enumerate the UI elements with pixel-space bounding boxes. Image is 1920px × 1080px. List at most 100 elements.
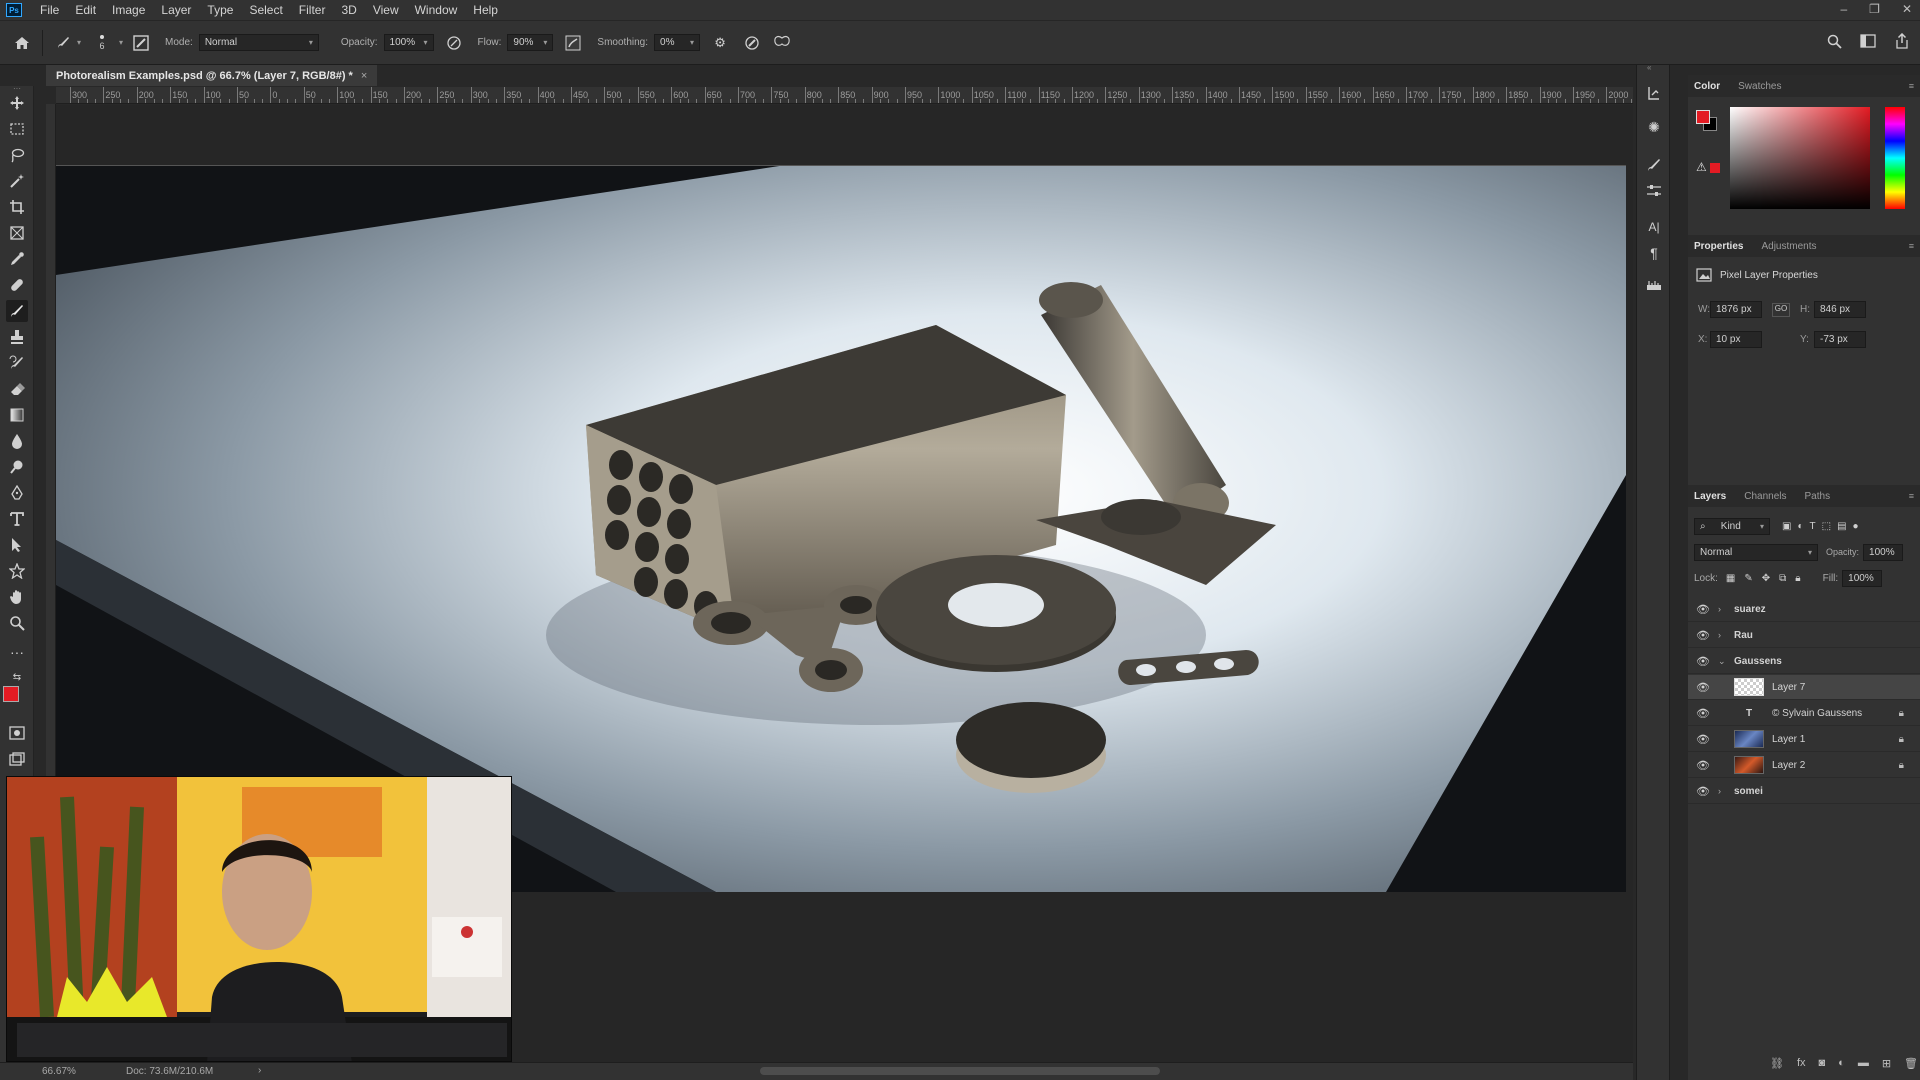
layer-style-fx-icon[interactable]: fx [1797, 1057, 1806, 1075]
character-panel-icon[interactable]: A| [1644, 217, 1664, 237]
layer-row-layer-7[interactable]: 👁︎ Layer 7 [1688, 675, 1920, 700]
group-collapsed-chevron-icon[interactable]: › [1718, 604, 1728, 614]
layer-row-somei[interactable]: 👁︎ › somei [1688, 779, 1920, 804]
more-tools-icon[interactable]: ··· [6, 641, 28, 663]
link-dimensions-icon[interactable]: GO [1772, 303, 1790, 317]
tab-layers[interactable]: Layers [1694, 491, 1726, 502]
pressure-size-icon[interactable] [742, 33, 762, 53]
paragraph-panel-icon[interactable]: ¶ [1644, 243, 1664, 263]
path-selection-tool-icon[interactable] [6, 534, 28, 556]
color-picker-field[interactable] [1730, 107, 1870, 209]
tab-properties[interactable]: Properties [1694, 241, 1743, 252]
lock-artboard-icon[interactable]: ⧉ [1779, 573, 1786, 584]
menu-select[interactable]: Select [241, 0, 290, 20]
3d-light-panel-icon[interactable]: ✺ [1644, 117, 1664, 137]
brush-settings-icon[interactable] [1644, 155, 1664, 175]
opacity-field[interactable]: 100% ▾ [383, 34, 434, 51]
menu-3d[interactable]: 3D [333, 0, 364, 20]
menu-type[interactable]: Type [199, 0, 241, 20]
filter-adjustment-icon[interactable]: ◐ [1797, 521, 1803, 532]
y-field[interactable]: -73 px [1814, 331, 1866, 348]
document-tab[interactable]: Photorealism Examples.psd @ 66.7% (Layer… [46, 65, 378, 86]
filter-shape-icon[interactable]: ⬚ [1822, 521, 1831, 532]
clone-stamp-tool-icon[interactable] [6, 326, 28, 348]
move-tool-icon[interactable] [6, 92, 28, 114]
horizontal-ruler[interactable]: 300 250 200 150 100 50 0 50 100 150 200 250 300 350 40… [56, 87, 1633, 104]
visibility-eye-icon[interactable]: 👁︎ [1696, 655, 1710, 668]
workspace-icon[interactable] [1858, 31, 1878, 51]
close-button[interactable]: ✕ [1902, 0, 1912, 18]
visibility-eye-icon[interactable]: 👁︎ [1696, 603, 1710, 616]
brush-tool-icon[interactable] [6, 300, 28, 322]
tab-adjustments[interactable]: Adjustments [1761, 241, 1816, 252]
document-size-info[interactable]: Doc: 73.6M/210.6M [126, 1066, 213, 1077]
screen-mode-icon[interactable] [6, 748, 28, 770]
menu-view[interactable]: View [365, 0, 407, 20]
visibility-eye-icon[interactable]: 👁︎ [1696, 785, 1710, 798]
menu-edit[interactable]: Edit [67, 0, 104, 20]
gamut-warning-icon[interactable]: ⚠ [1696, 160, 1707, 174]
blend-mode-select[interactable]: Normal ▾ [1694, 543, 1818, 561]
menu-file[interactable]: File [32, 0, 67, 20]
layer-opacity-field[interactable]: 100% [1863, 543, 1904, 561]
measurement-panel-icon[interactable] [1644, 275, 1664, 295]
frame-tool-icon[interactable] [6, 222, 28, 244]
link-layers-icon[interactable]: ⛓︎ [1770, 1057, 1784, 1075]
menu-window[interactable]: Window [407, 0, 466, 20]
tab-channels[interactable]: Channels [1744, 491, 1786, 502]
group-collapsed-chevron-icon[interactable]: › [1718, 630, 1728, 640]
menu-image[interactable]: Image [104, 0, 153, 20]
gamut-swatch[interactable] [1710, 163, 1720, 173]
new-group-icon[interactable]: ▬ [1858, 1057, 1869, 1075]
lock-transparent-icon[interactable]: ▦ [1726, 573, 1735, 584]
layer-row-layer-1[interactable]: 👁︎ Layer 1 🔒︎ [1688, 727, 1920, 752]
layers-panel-menu-icon[interactable]: ≡ [1909, 491, 1914, 501]
share-icon[interactable] [1892, 31, 1912, 51]
filter-type-icon[interactable]: T [1810, 521, 1816, 532]
menu-filter[interactable]: Filter [291, 0, 334, 20]
pen-tool-icon[interactable] [6, 482, 28, 504]
zoom-level[interactable]: 66.67% [42, 1066, 76, 1077]
menu-help[interactable]: Help [465, 0, 506, 20]
tab-paths[interactable]: Paths [1805, 491, 1831, 502]
status-menu-arrow-icon[interactable]: › [258, 1065, 261, 1076]
lock-all-icon[interactable]: 🔒︎ [1795, 573, 1800, 584]
visibility-eye-icon[interactable]: 👁︎ [1696, 759, 1710, 772]
smoothing-field[interactable]: 0% ▾ [654, 34, 701, 51]
minimize-button[interactable]: – [1840, 0, 1847, 18]
adjustments-sliders-icon[interactable] [1644, 181, 1664, 201]
brush-tool-preset-icon[interactable] [53, 33, 73, 53]
filter-pixel-icon[interactable]: ▣ [1782, 521, 1791, 532]
menu-layer[interactable]: Layer [153, 0, 199, 20]
search-icon[interactable] [1824, 31, 1844, 51]
restore-button[interactable]: ❐ [1869, 0, 1880, 18]
visibility-eye-icon[interactable]: 👁︎ [1696, 733, 1710, 746]
color-panel-menu-icon[interactable]: ≡ [1909, 81, 1914, 91]
gradient-tool-icon[interactable] [6, 404, 28, 426]
new-layer-icon[interactable]: ⊞ [1882, 1057, 1891, 1075]
height-field[interactable]: 846 px [1814, 301, 1866, 318]
shape-tool-icon[interactable] [6, 560, 28, 582]
brush-size-caret-icon[interactable]: ▾ [119, 38, 123, 47]
group-collapsed-chevron-icon[interactable]: › [1718, 786, 1728, 796]
history-panel-icon[interactable] [1644, 83, 1664, 103]
crop-tool-icon[interactable] [6, 196, 28, 218]
column-collapse-icon[interactable]: « [1647, 64, 1661, 72]
color-panel-foreground-swatch[interactable] [1696, 110, 1710, 124]
hand-tool-icon[interactable] [6, 586, 28, 608]
eyedropper-tool-icon[interactable] [6, 248, 28, 270]
layer-row-suarez[interactable]: 👁︎ › suarez [1688, 597, 1920, 622]
layer-kind-filter[interactable]: ⌕ Kind ▾ [1694, 517, 1770, 535]
filter-smart-object-icon[interactable]: ▤ [1837, 521, 1846, 532]
layer-row-sylvain-gaussens[interactable]: 👁︎ T © Sylvain Gaussens 🔒︎ [1688, 701, 1920, 726]
dodge-tool-icon[interactable] [6, 456, 28, 478]
layer-row-rau[interactable]: 👁︎ › Rau [1688, 623, 1920, 648]
tab-swatches[interactable]: Swatches [1738, 81, 1781, 92]
history-brush-tool-icon[interactable] [6, 352, 28, 374]
preset-caret-icon[interactable]: ▾ [77, 38, 81, 47]
symmetry-butterfly-icon[interactable] [772, 33, 792, 53]
brush-settings-panel-icon[interactable] [131, 33, 151, 53]
photoshop-logo[interactable]: Ps [6, 3, 22, 17]
layer-row-layer-2[interactable]: 👁︎ Layer 2 🔒︎ [1688, 753, 1920, 778]
pressure-opacity-icon[interactable] [444, 33, 464, 53]
